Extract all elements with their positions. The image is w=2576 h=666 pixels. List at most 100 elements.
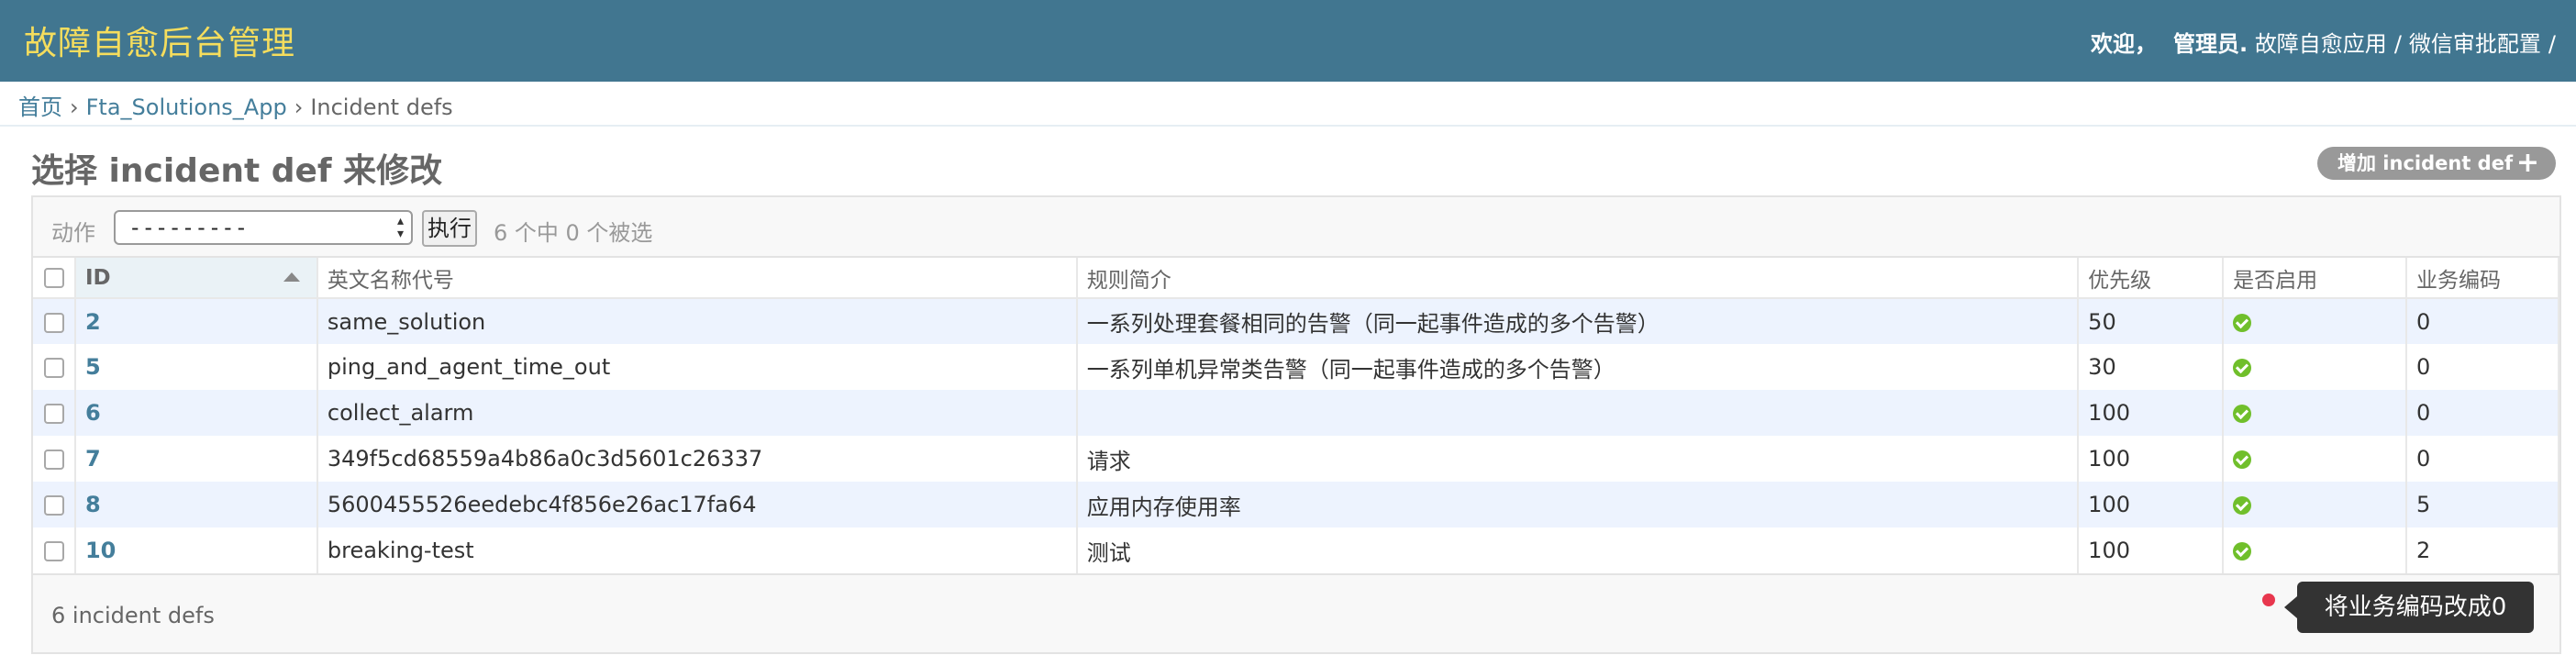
- select-caret-icon: ▴ ▾: [395, 211, 405, 243]
- user-tools: 欢迎， 管理员. 故障自愈应用 / 微信审批配置 /: [2091, 26, 2563, 58]
- select-all-checkbox[interactable]: [44, 268, 64, 288]
- name-cell: ping_and_agent_time_out: [316, 344, 1078, 390]
- action-select-value: ---------: [128, 215, 249, 240]
- row-id-link[interactable]: 5: [85, 354, 101, 380]
- column-header-biz[interactable]: 业务编码: [2406, 258, 2559, 299]
- enabled-cell: [2223, 298, 2408, 344]
- desc-cell: 应用内存使用率: [1076, 482, 2080, 527]
- column-header-priority[interactable]: 优先级: [2078, 258, 2225, 299]
- name-cell: breaking-test: [316, 527, 1078, 573]
- check-circle-icon: [2233, 496, 2252, 515]
- row-checkbox[interactable]: [44, 358, 64, 378]
- name-cell: collect_alarm: [316, 390, 1078, 436]
- biz-cell: 2: [2406, 527, 2559, 573]
- name-cell: same_solution: [316, 298, 1078, 344]
- link-fta-app[interactable]: 故障自愈应用: [2255, 31, 2387, 57]
- desc-cell: [1076, 390, 2080, 436]
- desc-cell: 一系列处理套餐相同的告警（同一起事件造成的多个告警）: [1076, 298, 2080, 344]
- action-select[interactable]: --------- ▴ ▾: [114, 210, 413, 245]
- row-checkbox[interactable]: [44, 495, 64, 516]
- priority-cell: 100: [2078, 527, 2225, 573]
- check-circle-icon: [2233, 405, 2252, 423]
- row-id-link[interactable]: 8: [85, 492, 101, 517]
- column-header-enabled[interactable]: 是否启用: [2223, 258, 2408, 299]
- username: 管理员.: [2173, 31, 2248, 57]
- breadcrumb-home[interactable]: 首页: [18, 94, 62, 120]
- site-title[interactable]: 故障自愈后台管理: [24, 17, 295, 64]
- breadcrumb: 首页 › Fta_Solutions_App › Incident defs: [0, 82, 2576, 127]
- id-cell: 7: [74, 436, 318, 482]
- biz-cell: 0: [2406, 344, 2559, 390]
- priority-cell: 100: [2078, 436, 2225, 482]
- link-wechat-approval[interactable]: 微信审批配置: [2409, 31, 2541, 57]
- row-id-link[interactable]: 10: [85, 538, 116, 563]
- enabled-cell: [2223, 344, 2408, 390]
- tooltip-anchor-dot: [2262, 594, 2275, 606]
- desc-cell: 测试: [1076, 527, 2080, 573]
- table-row: 8 5600455526eedebc4f856e26ac17fa64 应用内存使…: [33, 482, 2559, 527]
- name-cell: 349f5cd68559a4b86a0c3d5601c26337: [316, 436, 1078, 482]
- row-checkbox[interactable]: [44, 541, 64, 561]
- results-table: ID 英文名称代号 规则简介 优先级 是否启用 业务编码 2 same_solu…: [33, 258, 2559, 573]
- biz-cell: 5: [2406, 482, 2559, 527]
- id-cell: 6: [74, 390, 318, 436]
- changelist: 动作 --------- ▴ ▾ 执行 6 个中 0 个被选 ID 英文名称代号 …: [31, 195, 2561, 654]
- table-row: 5 ping_and_agent_time_out 一系列单机异常类告警（同一起…: [33, 344, 2559, 390]
- check-circle-icon: [2233, 450, 2252, 469]
- name-cell: 5600455526eedebc4f856e26ac17fa64: [316, 482, 1078, 527]
- column-header-label: ID: [84, 265, 111, 290]
- id-cell: 2: [74, 298, 318, 344]
- row-id-link[interactable]: 6: [85, 400, 101, 426]
- go-button[interactable]: 执行: [422, 210, 477, 247]
- row-select-cell[interactable]: [33, 298, 76, 344]
- id-cell: 8: [74, 482, 318, 527]
- add-incident-def-button[interactable]: 增加 incident def +: [2317, 147, 2556, 180]
- row-select-cell[interactable]: [33, 436, 76, 482]
- desc-cell: 请求: [1076, 436, 2080, 482]
- table-row: 7 349f5cd68559a4b86a0c3d5601c26337 请求 10…: [33, 436, 2559, 482]
- table-row: 2 same_solution 一系列处理套餐相同的告警（同一起事件造成的多个告…: [33, 298, 2559, 344]
- breadcrumb-arrow: ›: [70, 94, 79, 120]
- row-checkbox[interactable]: [44, 450, 64, 470]
- page-title: 选择 incident def 来修改: [31, 152, 443, 190]
- priority-cell: 30: [2078, 344, 2225, 390]
- id-cell: 10: [74, 527, 318, 573]
- enabled-cell: [2223, 436, 2408, 482]
- check-circle-icon: [2233, 313, 2252, 332]
- row-checkbox[interactable]: [44, 404, 64, 424]
- id-cell: 5: [74, 344, 318, 390]
- paginator: 6 incident defs: [33, 573, 2559, 652]
- breadcrumb-arrow: ›: [294, 94, 304, 120]
- row-id-link[interactable]: 7: [85, 446, 101, 472]
- separator: /: [2393, 31, 2402, 57]
- row-select-cell[interactable]: [33, 344, 76, 390]
- table-row: 6 collect_alarm 100 0: [33, 390, 2559, 436]
- priority-cell: 100: [2078, 390, 2225, 436]
- sort-ascending-icon[interactable]: [283, 272, 300, 282]
- welcome-text: 欢迎，: [2091, 31, 2158, 57]
- row-checkbox[interactable]: [44, 312, 64, 333]
- check-circle-icon: [2233, 542, 2252, 561]
- enabled-cell: [2223, 527, 2408, 573]
- column-header-name[interactable]: 英文名称代号: [316, 258, 1078, 299]
- check-circle-icon: [2233, 359, 2252, 377]
- actions-label: 动作: [51, 220, 95, 246]
- row-id-link[interactable]: 2: [85, 309, 101, 335]
- breadcrumb-current: Incident defs: [310, 94, 453, 120]
- table-row: 10 breaking-test 测试 100 2: [33, 527, 2559, 573]
- row-select-cell[interactable]: [33, 390, 76, 436]
- desc-cell: 一系列单机异常类告警（同一起事件造成的多个告警）: [1076, 344, 2080, 390]
- header: 故障自愈后台管理 欢迎， 管理员. 故障自愈应用 / 微信审批配置 /: [0, 0, 2576, 82]
- row-select-cell[interactable]: [33, 527, 76, 573]
- biz-cell: 0: [2406, 436, 2559, 482]
- select-all-header[interactable]: [33, 258, 76, 299]
- selection-counter: 6 个中 0 个被选: [494, 220, 653, 246]
- column-header-id[interactable]: ID: [74, 258, 318, 299]
- breadcrumb-app[interactable]: Fta_Solutions_App: [86, 94, 287, 120]
- enabled-cell: [2223, 390, 2408, 436]
- column-header-desc[interactable]: 规则简介: [1076, 258, 2080, 299]
- enabled-cell: [2223, 482, 2408, 527]
- actions-bar: 动作 --------- ▴ ▾ 执行 6 个中 0 个被选: [33, 197, 2559, 258]
- add-button-label: 增加 incident def: [2337, 152, 2514, 174]
- row-select-cell[interactable]: [33, 482, 76, 527]
